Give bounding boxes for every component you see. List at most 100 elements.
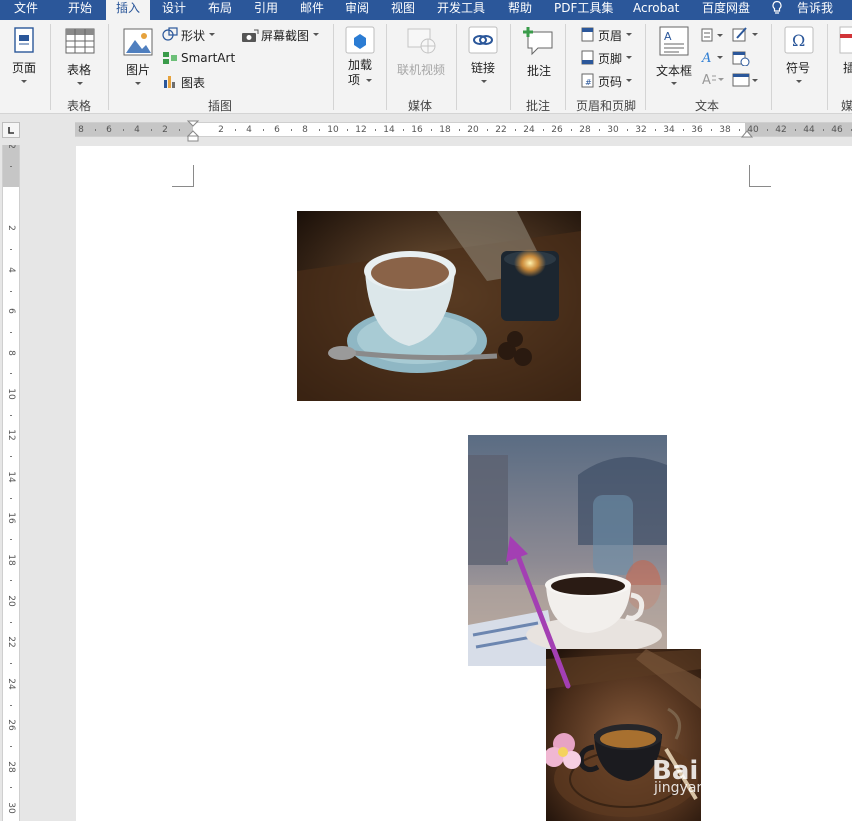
vertical-ruler[interactable]: 2 2 4 6 8 10 12 14 16 18 20 22 24 26 28 30 [2,145,20,821]
ruler-label: 38 [719,125,731,135]
ribbon-separator [386,24,387,110]
ruler-label: 4 [134,125,140,135]
drop-cap-icon[interactable]: A [701,72,725,86]
quick-parts-icon[interactable] [701,28,725,42]
indent-marker[interactable] [187,120,199,142]
shapes-icon [162,27,178,41]
tab-view[interactable]: 视图 [391,0,415,20]
ruler-tick [571,129,572,131]
ruler-tick [10,373,12,375]
ruler-tick [10,538,12,540]
tab-references[interactable]: 引用 [254,0,278,20]
horizontal-ruler[interactable]: 8 6 4 2 2 4 6 8 10 12 14 16 18 20 22 24 26 28 30 32 34 36 38 40… [75,120,852,142]
chevron-down-icon [313,33,319,36]
tab-insert[interactable]: 插入 [106,0,150,20]
smartart-icon [163,52,177,64]
link-label: 链接 [471,61,496,75]
ruler-tick [291,129,292,131]
link-icon [468,26,498,54]
footer-icon [581,50,594,65]
ruler-label: 28 [579,125,591,135]
ruler-label: 4 [246,125,252,135]
ruler-tick [683,129,684,131]
symbol-label: 符号 [786,61,811,75]
ruler-tick [179,129,180,131]
ruler-tick [431,129,432,131]
chevron-down-icon [626,56,632,59]
tab-help[interactable]: 帮助 [508,0,532,20]
svg-text:#: # [585,78,592,87]
group-label-text: 文本 [695,99,720,113]
ruler-label: 28 [6,760,16,773]
tab-baidu-netdisk[interactable]: 百度网盘 [702,0,750,20]
ribbon-separator [827,24,828,110]
ruler-label: 24 [6,678,16,690]
tab-review[interactable]: 审阅 [345,0,369,20]
ribbon-separator [108,24,109,110]
ruler-label: 12 [355,125,367,135]
group-label-media-partial: 媒 [841,99,852,113]
wordart-icon[interactable]: A [701,50,725,64]
group-label-media: 媒体 [408,99,433,113]
textbox-label: 文本框 [656,64,693,78]
smartart-label: SmartArt [181,51,236,65]
ruler-tick [375,129,376,131]
signature-line-icon[interactable] [732,26,760,42]
ruler-bar: 8 6 4 2 2 4 6 8 10 12 14 16 18 20 22 24 26 28 30 32 34 36 38 40… [0,115,852,145]
header-label: 页眉 [598,29,623,43]
ruler-tick [10,331,12,333]
ruler-label: 18 [439,125,451,135]
chart-icon [164,76,175,88]
ruler-label: 2 [6,225,16,232]
comment-icon [523,27,553,56]
document-page[interactable]: Bai du 经验 jingyan.baidu.com [76,146,852,821]
ruler-tick [403,129,404,131]
tab-acrobat[interactable]: Acrobat [633,0,679,20]
watermark-url: jingyan.baidu.com [654,780,784,796]
ruler-label: 10 [327,125,339,135]
ruler-label: 26 [551,125,563,135]
ruler-label: 12 [6,429,16,442]
ruler-label: 6 [106,125,112,135]
tab-pdf-tools[interactable]: PDF工具集 [554,0,613,20]
tab-design[interactable]: 设计 [162,0,186,20]
media-icon [839,26,852,54]
tab-developer[interactable]: 开发工具 [437,0,485,20]
date-time-icon[interactable] [732,50,750,66]
ruler-tick [10,704,12,706]
chevron-down-icon [21,80,27,83]
tell-me-search[interactable]: 告诉我 [797,0,833,20]
ruler-label: 8 [302,125,308,135]
coffee-candle-photo[interactable] [297,211,581,401]
tab-selector[interactable] [2,122,20,138]
ruler-tick [823,129,824,131]
chevron-down-icon [366,79,372,82]
ruler-tick [10,456,12,458]
chevron-down-icon [481,80,487,83]
ribbon-separator [50,24,51,110]
ruler-tick [655,129,656,131]
ruler-label: 30 [607,125,619,135]
ribbon-separator [645,24,646,110]
margin-mark-left [172,165,194,187]
ribbon-separator [771,24,772,110]
ruler-label: 14 [383,125,395,135]
tab-layout[interactable]: 布局 [208,0,232,20]
ruler-tick [10,497,12,499]
tab-home[interactable]: 开始 [68,0,92,20]
ruler-tick [10,166,12,168]
table-icon [65,28,95,54]
object-icon[interactable] [732,72,760,88]
menu-tab-bar: 文件 开始 插入 设计 布局 引用 邮件 审阅 视图 开发工具 帮助 PDF工具… [0,0,852,20]
ruler-label: 40 [747,125,759,135]
svg-text:A: A [701,51,711,64]
ruler-label: 18 [6,553,16,566]
screenshot-icon [242,29,259,42]
tab-file[interactable]: 文件 [14,0,38,20]
left-tab-icon [8,127,14,134]
picture-label: 图片 [126,63,151,77]
tab-mailings[interactable]: 邮件 [300,0,324,20]
page-icon [14,27,34,53]
ruler-label: 8 [78,125,84,135]
online-video-icon [407,28,436,54]
